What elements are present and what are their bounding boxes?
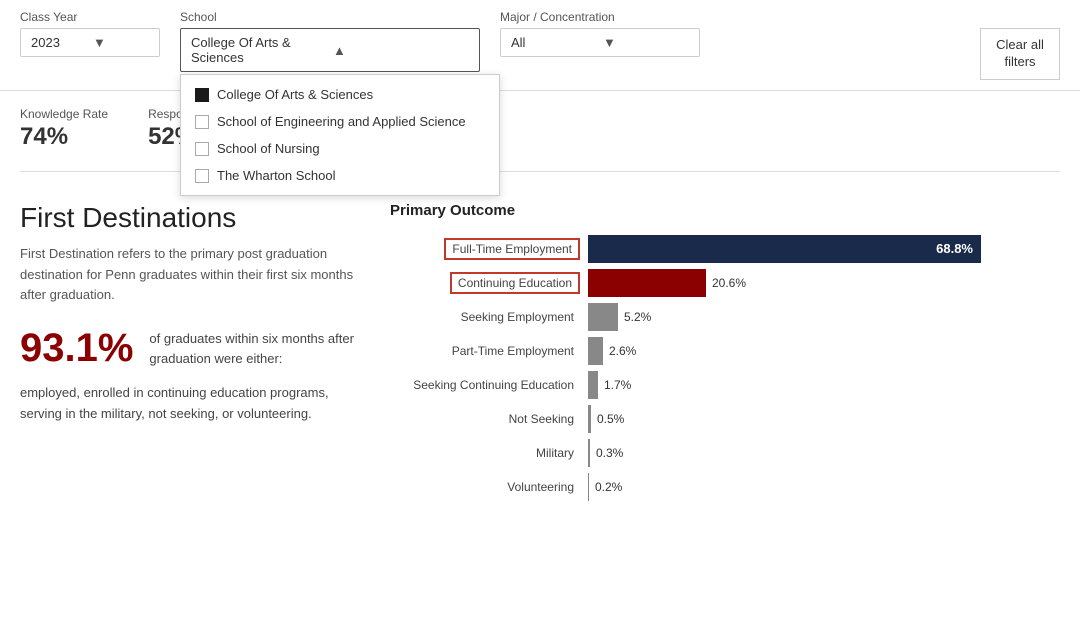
school-filter: School College Of Arts & Sciences ▲ Coll… — [180, 10, 480, 72]
bar-pct-label: 1.7% — [604, 378, 631, 392]
knowledge-rate-block: Knowledge Rate 74% — [20, 107, 108, 151]
arts-option-label: College Of Arts & Sciences — [217, 87, 373, 102]
class-year-chevron: ▼ — [93, 35, 149, 50]
knowledge-rate-label: Knowledge Rate — [20, 107, 108, 121]
class-year-filter: Class Year 2023 ▼ — [20, 10, 160, 57]
bar-pct-label: 0.2% — [595, 480, 622, 494]
wharton-option-label: The Wharton School — [217, 168, 336, 183]
big-stat-label: of graduates within six months after gra… — [149, 329, 360, 368]
bar-label: Full-Time Employment — [444, 238, 580, 260]
bar-fill — [588, 473, 589, 501]
main-content: First Destinations First Destination ref… — [0, 182, 1080, 521]
bar-row: Part-Time Employment 2.6% — [390, 337, 1060, 365]
bar-label: Not Seeking — [503, 410, 580, 428]
class-year-label: Class Year — [20, 10, 160, 24]
major-value: All — [511, 35, 597, 50]
school-select[interactable]: College Of Arts & Sciences ▲ — [180, 28, 480, 72]
bar-row: Continuing Education 20.6% — [390, 269, 1060, 297]
major-filter: Major / Concentration All ▼ — [500, 10, 700, 57]
school-option-nursing[interactable]: School of Nursing — [181, 135, 499, 162]
school-option-engineering[interactable]: School of Engineering and Applied Scienc… — [181, 108, 499, 135]
bar-pct-label: 5.2% — [624, 310, 651, 324]
bar-fill — [588, 269, 706, 297]
major-chevron: ▼ — [603, 35, 689, 50]
arts-checkbox — [195, 88, 209, 102]
bar-pct-label: 68.8% — [936, 241, 973, 256]
bar-label: Continuing Education — [450, 272, 580, 294]
bar-pct-label: 0.5% — [597, 412, 624, 426]
bar-row: Volunteering 0.2% — [390, 473, 1060, 501]
class-year-value: 2023 — [31, 35, 87, 50]
school-option-wharton[interactable]: The Wharton School — [181, 162, 499, 189]
bar-label: Part-Time Employment — [446, 342, 580, 360]
bar-row: Seeking Continuing Education 1.7% — [390, 371, 1060, 399]
big-stat-row: 93.1% of graduates within six months aft… — [20, 326, 360, 371]
bar-fill — [588, 337, 603, 365]
major-select[interactable]: All ▼ — [500, 28, 700, 57]
chart-title: Primary Outcome — [390, 202, 1060, 219]
class-year-select[interactable]: 2023 ▼ — [20, 28, 160, 57]
bar-label: Seeking Employment — [455, 308, 580, 326]
bar-fill — [588, 439, 590, 467]
chart-area: Full-Time Employment 68.8% Continuing Educ… — [390, 235, 1060, 501]
bar-row: Full-Time Employment 68.8% — [390, 235, 1060, 263]
bar-row: Seeking Employment 5.2% — [390, 303, 1060, 331]
school-dropdown-menu: College Of Arts & Sciences School of Eng… — [180, 74, 500, 196]
bar-fill: 68.8% — [588, 235, 981, 263]
bar-fill — [588, 405, 591, 433]
right-panel: Primary Outcome Full-Time Employment 68.8… — [390, 202, 1060, 501]
bar-label: Military — [530, 444, 580, 462]
engineering-checkbox — [195, 115, 209, 129]
bottom-description: employed, enrolled in continuing educati… — [20, 383, 360, 425]
school-option-arts[interactable]: College Of Arts & Sciences — [181, 81, 499, 108]
school-chevron: ▲ — [333, 43, 469, 58]
filter-bar: Class Year 2023 ▼ School College Of Arts… — [0, 0, 1080, 91]
bar-pct-label: 2.6% — [609, 344, 636, 358]
bar-label: Volunteering — [501, 478, 580, 496]
bar-row: Military 0.3% — [390, 439, 1060, 467]
wharton-checkbox — [195, 169, 209, 183]
bar-fill — [588, 371, 598, 399]
nursing-checkbox — [195, 142, 209, 156]
engineering-option-label: School of Engineering and Applied Scienc… — [217, 114, 466, 129]
big-number: 93.1% — [20, 326, 133, 371]
nursing-option-label: School of Nursing — [217, 141, 320, 156]
school-value: College Of Arts & Sciences — [191, 35, 327, 65]
bar-row: Not Seeking 0.5% — [390, 405, 1060, 433]
bar-label: Seeking Continuing Education — [407, 376, 580, 394]
bar-pct-label: 20.6% — [712, 276, 746, 290]
divider-top — [20, 171, 1060, 172]
bar-fill — [588, 303, 618, 331]
stats-area: Knowledge Rate 74% Response Rate 52% Tot… — [0, 91, 1080, 161]
section-title: First Destinations — [20, 202, 360, 234]
school-label: School — [180, 10, 480, 24]
bar-pct-label: 0.3% — [596, 446, 623, 460]
major-label: Major / Concentration — [500, 10, 700, 24]
section-description: First Destination refers to the primary … — [20, 244, 360, 306]
left-panel: First Destinations First Destination ref… — [20, 202, 360, 501]
clear-filters-button[interactable]: Clear all filters — [980, 28, 1060, 80]
knowledge-rate-value: 74% — [20, 123, 108, 151]
